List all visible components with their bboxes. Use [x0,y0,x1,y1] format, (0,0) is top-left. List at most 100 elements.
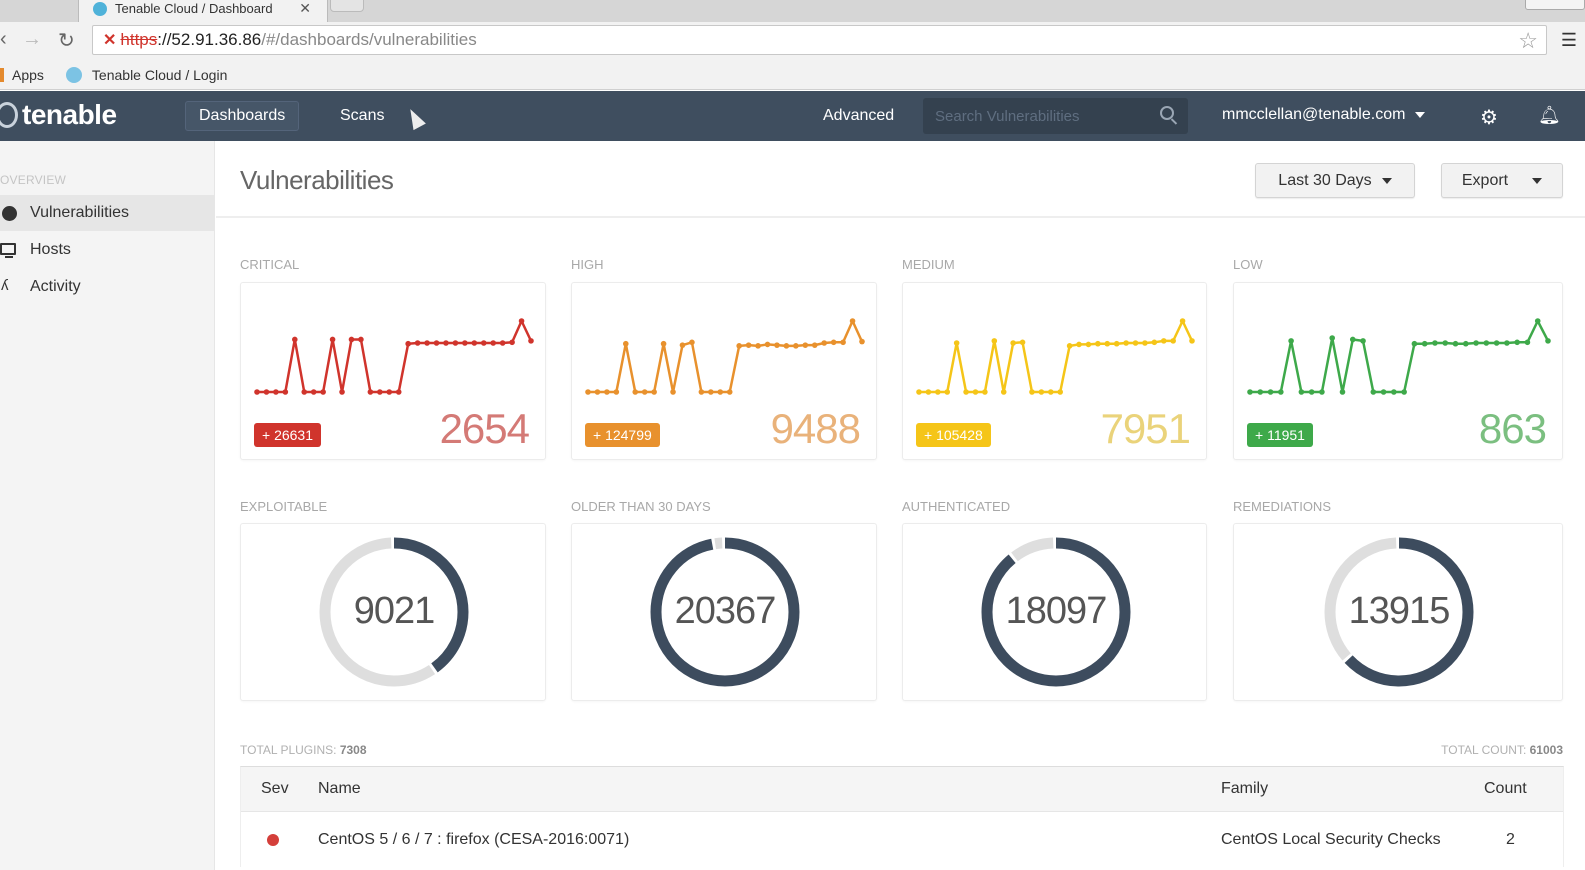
back-icon[interactable]: ‹ [0,28,7,51]
sparkline-point [1029,389,1035,395]
tenable-logo[interactable]: tenable [0,99,117,131]
sparkline-point [320,389,326,395]
plugin-name[interactable]: CentOS 5 / 6 / 7 : firefox (CESA-2016:00… [318,831,629,849]
app-header: tenable Dashboards Scans Advanced mmccle… [0,91,1585,141]
export-dropdown[interactable]: Export [1441,163,1563,198]
metric-label: AUTHENTICATED [902,499,1011,514]
bookmark-star-icon[interactable]: ☆ [1518,28,1538,54]
sparkline-point [935,389,941,395]
url-host: ://52.91.36.86 [157,30,262,49]
sparkline-point [254,389,260,395]
severity-label-low: LOW [1233,257,1263,272]
sparkline-point [698,389,705,395]
nav-scans[interactable]: Scans [327,101,397,131]
reload-icon[interactable]: ↻ [58,28,75,53]
date-range-dropdown[interactable]: Last 30 Days [1255,163,1415,198]
metric-card[interactable]: 20367 [571,523,877,701]
close-tab-icon[interactable]: ✕ [299,0,311,17]
user-menu[interactable]: mmcclellan@tenable.com [1222,106,1426,124]
sparkline-point [1000,389,1007,395]
sparkline-point [651,389,657,395]
vulnerabilities-table: Sev Name Family Count CentOS 5 / 6 / 7 :… [240,766,1564,867]
sparkline-point [377,389,383,395]
column-header-count[interactable]: Count [1484,780,1527,798]
sparkline-point [1483,340,1490,346]
sidebar-item-hosts[interactable]: Hosts [0,232,215,268]
page-title: Vulnerabilities [240,165,394,195]
browser-tab[interactable]: Tenable Cloud / Dashboard ✕ [78,0,328,22]
search-input[interactable] [935,107,1145,125]
sparkline-point [273,389,279,395]
bell-icon[interactable]: 🔔︎ [1538,105,1561,126]
sparkline-point [670,389,676,395]
monitor-icon [0,243,16,258]
column-header-family[interactable]: Family [1221,780,1268,798]
column-header-sev[interactable]: Sev [261,780,289,798]
pulse-icon: ʎ [1,277,9,294]
sparkline-point [660,340,667,347]
nav-dashboards[interactable]: Dashboards [185,101,300,131]
sidebar-item-label: Activity [30,278,81,295]
sparkline-point [424,340,430,346]
sparkline-point [708,389,714,395]
total-count-label: TOTAL COUNT: [1441,743,1527,757]
sparkline-point [916,389,922,395]
metric-card[interactable]: 9021 [240,523,546,701]
severity-label-medium: MEDIUM [902,257,955,272]
profile-button[interactable] [1525,0,1585,10]
sparkline-point [1514,339,1520,346]
sidebar-item-activity[interactable]: ʎ Activity [0,269,215,305]
metric-value: 20367 [674,590,777,632]
sparkline-point [1247,389,1253,395]
sparkline-line [588,319,864,394]
metric-card[interactable]: 13915 [1233,523,1563,701]
sparkline-point [1329,335,1336,341]
sparkline-point [1452,340,1459,347]
severity-card-low[interactable]: + 11951 863 [1233,282,1563,460]
forward-icon[interactable]: → [22,28,42,51]
sparkline-point [622,340,629,347]
total-plugins-value: 7308 [339,743,367,757]
table-row[interactable]: CentOS 5 / 6 / 7 : firefox (CESA-2016:00… [241,812,1563,867]
advanced-search-link[interactable]: Advanced [810,101,907,131]
delta-badge: + 11951 [1247,423,1313,447]
bookmark-tenable-login[interactable]: Tenable Cloud / Login [65,66,227,83]
sparkline-point [1391,389,1397,395]
sparkline-point [1104,340,1111,347]
metric-label: EXPLOITABLE [240,499,328,514]
sidebar-item-vulnerabilities[interactable]: Vulnerabilities [0,195,215,231]
new-tab-button[interactable] [330,0,364,12]
browser-menu-icon[interactable]: ☰ [1561,30,1577,51]
severity-card-high[interactable]: + 124799 9488 [571,282,877,460]
gear-icon[interactable]: ⚙ [1480,105,1498,130]
sparkline-point [1411,340,1418,347]
sparkline-point [594,389,601,395]
metric-card[interactable]: 18097 [902,523,1207,701]
sparkline-point [774,342,780,348]
sparkline-point [604,389,610,395]
browser-toolbar: ‹ → ↻ ✕ https ://52.91.36.86 /#/dashboar… [0,22,1585,60]
sparkline-point [679,342,686,348]
sparkline-point [310,389,317,395]
sparkline-point [585,389,591,395]
sparkline-point [755,343,761,349]
sidebar-section-title: OVERVIEW [0,173,67,187]
sparkline-point [1160,338,1167,344]
column-header-name[interactable]: Name [318,780,361,798]
address-bar[interactable]: ✕ https ://52.91.36.86 /#/dashboards/vul… [92,25,1547,55]
mouse-cursor-icon [404,105,426,131]
search-icon[interactable] [1160,106,1174,120]
sparkline-point [1504,340,1510,346]
severity-card-critical[interactable]: + 26631 2654 [240,282,546,460]
sparkline-point [1298,389,1305,395]
tenable-favicon-icon [65,66,82,83]
sparkline-point [1319,389,1325,395]
sparkline-point [1066,343,1073,349]
sparkline-point [1360,338,1366,344]
severity-card-medium[interactable]: + 105428 7951 [902,282,1207,460]
sparkline-point [1257,389,1264,395]
logo-text: tenable [22,99,117,130]
bookmark-apps[interactable]: Apps [0,67,44,83]
plugin-family: CentOS Local Security Checks [1221,830,1441,848]
export-label: Export [1461,171,1509,189]
